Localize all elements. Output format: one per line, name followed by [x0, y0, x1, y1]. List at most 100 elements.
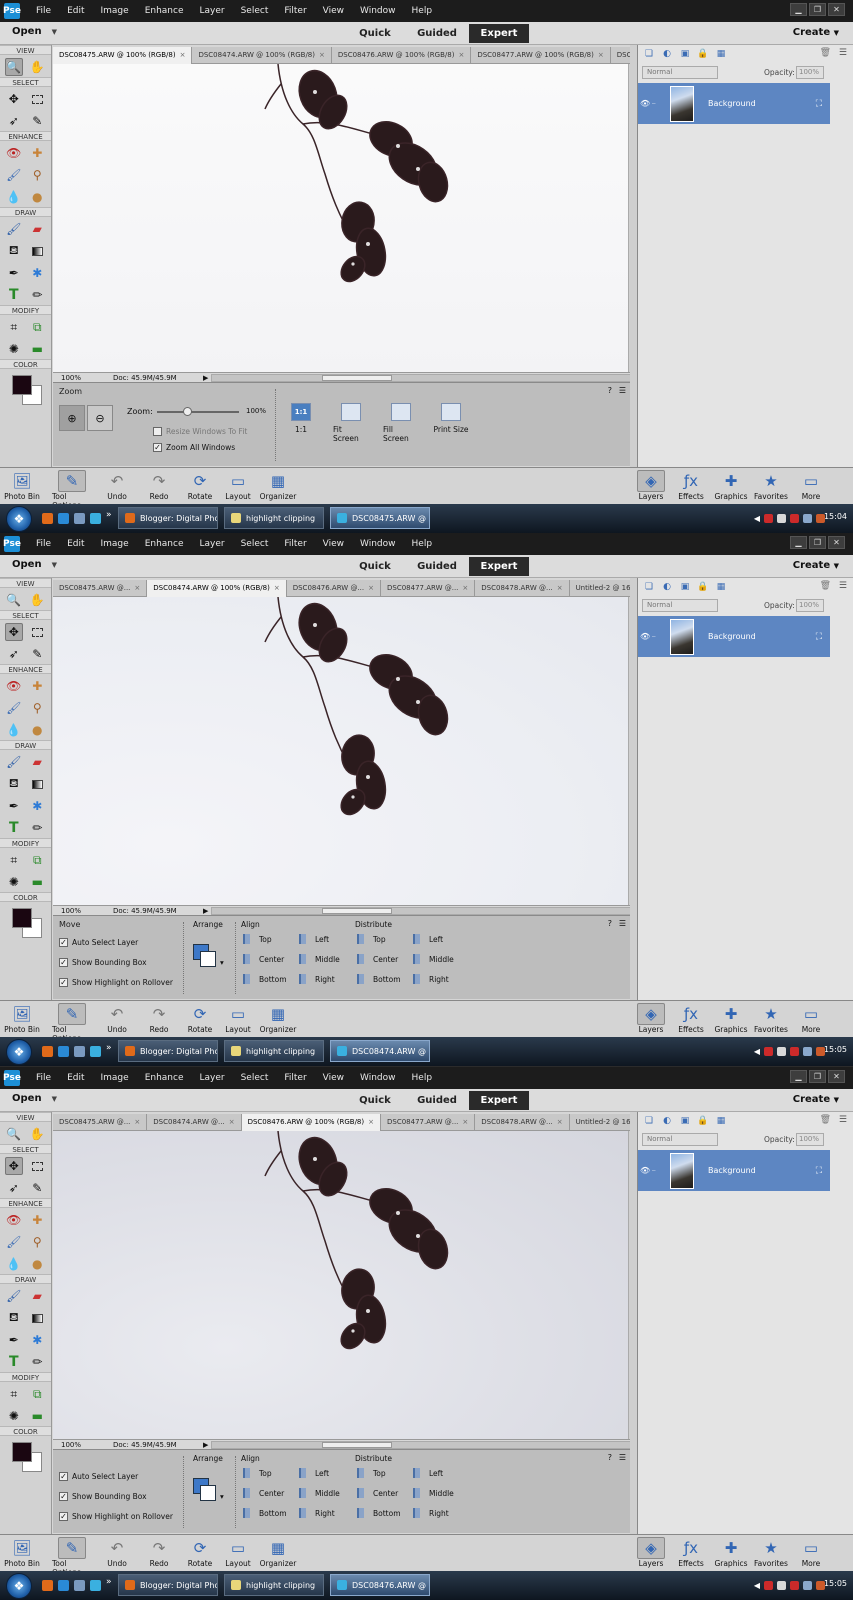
chevron-right-icon[interactable]: ▶ [203, 1441, 211, 1449]
align-middle-button[interactable]: Middle [299, 1488, 340, 1498]
options-menu-icon[interactable]: ☰ [619, 919, 626, 928]
chevron-right-icon[interactable]: » [106, 510, 117, 521]
lock-all-icon[interactable]: 🔒 [696, 1114, 710, 1128]
eye-icon[interactable]: 👁 [640, 1166, 652, 1175]
close-icon[interactable]: × [458, 47, 464, 64]
menu-window[interactable]: Window [352, 539, 404, 549]
help-icon[interactable]: ? [608, 1453, 612, 1462]
checkbox-box[interactable]: ✓ [59, 958, 68, 967]
panel-button-layers[interactable]: ◈ Layers [631, 1003, 671, 1034]
document-tab[interactable]: DSC08474.ARW @ 100% (RGB/8) × [192, 47, 332, 64]
distribute-right-button[interactable]: Right [413, 974, 449, 984]
quick-selection-tool-icon[interactable]: ✎ [28, 1179, 46, 1197]
close-icon[interactable]: × [134, 580, 140, 597]
restore-icon[interactable]: ❐ [809, 536, 826, 549]
menu-file[interactable]: File [28, 1073, 59, 1083]
horizontal-scrollbar[interactable] [211, 1440, 632, 1449]
marquee-tool-icon[interactable] [28, 90, 46, 108]
mode-tab-quick[interactable]: Quick [345, 24, 405, 43]
straighten-tool-icon[interactable]: ▬ [28, 1407, 46, 1425]
horizontal-scrollbar[interactable] [211, 906, 632, 915]
gradient-tool-icon[interactable] [28, 1309, 46, 1327]
panel-button-layers[interactable]: ◈ Layers [631, 1537, 671, 1568]
volume-icon[interactable] [803, 514, 812, 523]
bottom-button-layout[interactable]: ▭ Layout [218, 1537, 258, 1568]
pencil-tool-icon[interactable]: ✏ [28, 1353, 46, 1371]
menu-layer[interactable]: Layer [192, 1073, 233, 1083]
adjustment-layer-icon[interactable]: ◐ [660, 580, 674, 594]
trash-icon[interactable]: 🗑 [820, 48, 831, 58]
spot-healing-tool-icon[interactable]: ✚ [28, 677, 46, 695]
arrange-icon[interactable] [193, 944, 217, 968]
menu-help[interactable]: Help [404, 539, 441, 549]
crop-tool-icon[interactable]: ⌗ [5, 1385, 23, 1403]
clone-stamp-tool-icon[interactable]: ⚲ [28, 699, 46, 717]
create-button[interactable]: Create ▼ [793, 1094, 839, 1105]
show-desktop-icon[interactable] [74, 1046, 85, 1057]
create-button[interactable]: Create ▼ [793, 27, 839, 38]
close-icon[interactable]: × [319, 47, 325, 64]
panel-menu-icon[interactable]: ☰ [839, 581, 847, 591]
gradient-tool-icon[interactable] [28, 242, 46, 260]
menu-window[interactable]: Window [352, 1073, 404, 1083]
close-icon[interactable]: × [368, 1114, 374, 1131]
menu-image[interactable]: Image [93, 6, 137, 16]
menu-view[interactable]: View [315, 539, 352, 549]
lock-transparency-icon[interactable]: ▦ [714, 47, 728, 61]
clone-stamp-tool-icon[interactable]: ⚲ [28, 166, 46, 184]
clone-stamp-tool-icon[interactable]: ⚲ [28, 1233, 46, 1251]
zoom-all-windows-checkbox[interactable]: ✓ Zoom All Windows [153, 443, 235, 452]
eye-icon[interactable]: 👁 [640, 99, 652, 108]
checkbox-box[interactable]: ✓ [153, 443, 162, 452]
photoshop-launch-icon[interactable] [90, 513, 101, 524]
panel-button-effects[interactable]: ƒx Effects [671, 1003, 711, 1034]
show-highlight-on-rollover-checkbox[interactable]: ✓ Show Highlight on Rollover [59, 978, 173, 987]
type-tool-icon[interactable]: T [5, 1353, 23, 1371]
minimize-icon[interactable]: ▁ [790, 536, 807, 549]
lasso-tool-icon[interactable]: ➶ [5, 1179, 23, 1197]
auto-select-layer-checkbox[interactable]: ✓ Auto Select Layer [59, 938, 138, 947]
align-bottom-button[interactable]: Bottom [243, 974, 287, 984]
opacity-field[interactable]: 100% [796, 66, 824, 79]
bottom-button-redo[interactable]: ↷ Redo [139, 470, 179, 501]
close-icon[interactable]: × [557, 1114, 563, 1131]
volume-icon[interactable] [803, 1581, 812, 1590]
panel-button-effects[interactable]: ƒx Effects [671, 470, 711, 501]
align-middle-button[interactable]: Middle [299, 954, 340, 964]
layer-row-background[interactable]: 👁 ⎯ Background ⛶ [638, 1150, 830, 1191]
firefox-icon[interactable] [42, 1580, 53, 1591]
chevron-left-icon[interactable]: ◀ [754, 1581, 760, 1590]
help-icon[interactable]: ? [608, 386, 612, 395]
checkbox-box[interactable] [153, 427, 162, 436]
align-center-button[interactable]: Center [243, 954, 284, 964]
trash-icon[interactable]: 🗑 [820, 581, 831, 591]
panel-button-graphics[interactable]: ✚ Graphics [711, 1537, 751, 1568]
content-aware-move-tool-icon[interactable]: ✺ [5, 340, 23, 358]
distribute-center-button[interactable]: Center [357, 1488, 398, 1498]
opacity-field[interactable]: 100% [796, 1133, 824, 1146]
blend-mode-select[interactable]: Normal [642, 599, 718, 612]
spot-healing-tool-icon[interactable]: ✚ [28, 144, 46, 162]
minimize-icon[interactable]: ▁ [790, 1070, 807, 1083]
paint-bucket-tool-icon[interactable]: ⛾ [5, 1309, 23, 1327]
distribute-left-button[interactable]: Left [413, 934, 443, 944]
custom-shape-tool-icon[interactable]: ✱ [28, 1331, 46, 1349]
panel-button-layers[interactable]: ◈ Layers [631, 470, 671, 501]
recompose-tool-icon[interactable]: ⧉ [28, 1385, 46, 1403]
menu-edit[interactable]: Edit [59, 539, 92, 549]
marquee-tool-icon[interactable] [28, 623, 46, 641]
options-menu-icon[interactable]: ☰ [619, 386, 626, 395]
zoom-slider[interactable] [157, 407, 239, 416]
move-tool-icon[interactable]: ✥ [4, 623, 23, 641]
crop-tool-icon[interactable]: ⌗ [5, 851, 23, 869]
paint-bucket-tool-icon[interactable]: ⛾ [5, 775, 23, 793]
menu-file[interactable]: File [28, 539, 59, 549]
lock-icon[interactable]: ⛶ [816, 99, 822, 109]
restore-icon[interactable]: ❐ [809, 1070, 826, 1083]
eraser-tool-icon[interactable]: ▰ [28, 1287, 46, 1305]
checkbox-box[interactable]: ✓ [59, 1492, 68, 1501]
help-icon[interactable]: ? [608, 919, 612, 928]
distribute-bottom-button[interactable]: Bottom [357, 974, 401, 984]
mode-tab-guided[interactable]: Guided [407, 24, 467, 43]
bottom-button-layout[interactable]: ▭ Layout [218, 1003, 258, 1034]
